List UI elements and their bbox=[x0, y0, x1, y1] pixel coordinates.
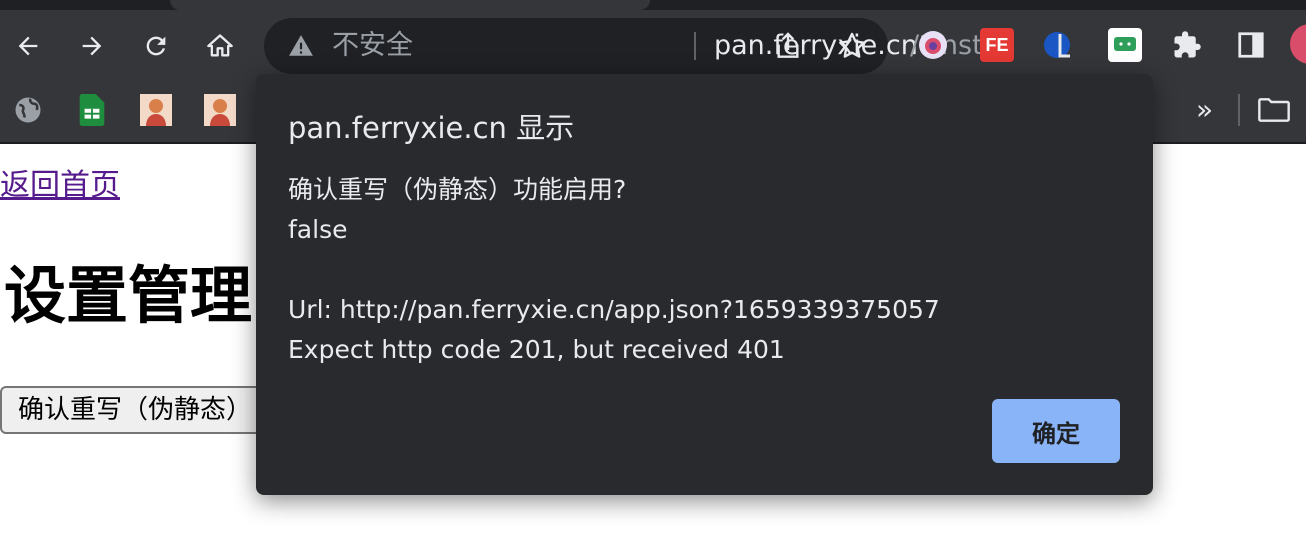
bookmarks-overflow-button[interactable]: » bbox=[1196, 90, 1213, 130]
security-label[interactable]: 不安全 bbox=[332, 28, 413, 64]
other-bookmarks-folder[interactable] bbox=[1258, 94, 1290, 126]
ok-button[interactable]: 确定 bbox=[992, 399, 1120, 463]
dialog-title: pan.ferryxie.cn 显示 bbox=[288, 111, 575, 145]
side-panel-icon[interactable] bbox=[1234, 28, 1268, 62]
portrait-icon bbox=[210, 99, 230, 126]
arrow-right-icon bbox=[82, 36, 102, 56]
back-button[interactable] bbox=[8, 26, 48, 66]
extension-astronaut-icon[interactable] bbox=[916, 28, 950, 62]
folder-icon bbox=[1258, 98, 1290, 122]
bookmark-sheets[interactable] bbox=[76, 94, 108, 126]
dialog-message: 确认重写（伪静态）功能启用? false Url: http://pan.fer… bbox=[288, 175, 940, 364]
confirm-rewrite-button[interactable]: 确认重写（伪静态） bbox=[0, 386, 300, 434]
extension-blue-icon[interactable] bbox=[1042, 28, 1076, 62]
omnibox-divider bbox=[694, 32, 696, 60]
extension-fe-icon[interactable]: FE bbox=[980, 28, 1014, 62]
bookmark-globe[interactable] bbox=[12, 94, 44, 126]
home-link[interactable]: 返回首页 bbox=[0, 166, 120, 206]
forward-button[interactable] bbox=[72, 26, 112, 66]
url-host[interactable]: pan.ferryxie.cn bbox=[714, 28, 918, 64]
bookmark-star-icon[interactable] bbox=[836, 30, 868, 62]
globe-icon bbox=[15, 97, 41, 123]
active-tab[interactable] bbox=[170, 0, 650, 10]
arrow-left-icon bbox=[18, 36, 38, 56]
puzzle-icon[interactable] bbox=[1170, 28, 1204, 62]
browser-toolbar: 不安全 pan.ferryxie.cn /?inst... FE bbox=[0, 10, 1306, 80]
bookmarks-divider bbox=[1238, 94, 1240, 126]
bookmark-portrait-2[interactable] bbox=[204, 94, 236, 126]
share-icon[interactable] bbox=[772, 30, 804, 62]
reload-icon bbox=[146, 36, 166, 56]
warning-icon[interactable] bbox=[288, 33, 314, 59]
page-title: 设置管理 bbox=[4, 259, 253, 332]
home-icon bbox=[207, 34, 233, 57]
sheets-icon bbox=[79, 94, 105, 126]
portrait-icon bbox=[146, 99, 166, 126]
tab-strip bbox=[0, 0, 1306, 10]
profile-avatar[interactable] bbox=[1290, 24, 1306, 64]
reload-button[interactable] bbox=[136, 26, 176, 66]
alert-dialog: pan.ferryxie.cn 显示 确认重写（伪静态）功能启用? false … bbox=[256, 74, 1153, 495]
home-button[interactable] bbox=[200, 26, 240, 66]
extension-chat-icon[interactable] bbox=[1108, 28, 1142, 62]
bookmark-portrait-1[interactable] bbox=[140, 94, 172, 126]
